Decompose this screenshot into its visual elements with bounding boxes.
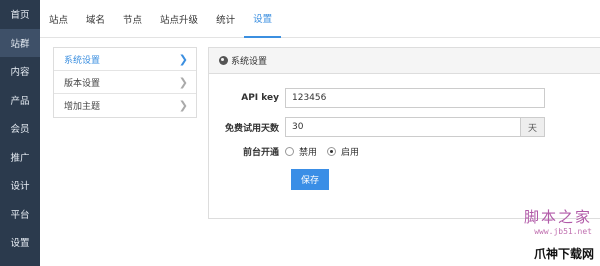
left-nav-item-promotion[interactable]: 推广 [0,143,40,172]
submenu-item-label: 增加主题 [64,102,101,112]
tab-sites[interactable]: 站点 [40,0,77,38]
frontend-open-row: 前台开通 禁用 启用 [209,145,369,158]
left-nav: 首页 站群 内容 产品 会员 推广 设计 平台 设置 [0,0,40,266]
radio-enable-label: 启用 [341,148,360,158]
submenu-item-version-settings[interactable]: 版本设置 ❯ [54,71,196,94]
chevron-right-icon: ❯ [178,52,188,66]
watermark-title: 脚本之家 [523,208,592,226]
tab-nodes[interactable]: 节点 [114,0,151,38]
tab-site-upgrade[interactable]: 站点升级 [151,0,207,38]
submenu-item-system-settings[interactable]: 系统设置 ❯ [54,48,196,71]
radio-disable[interactable]: 禁用 [285,145,317,158]
left-nav-item-content[interactable]: 内容 [0,57,40,86]
top-tabs: 站点 域名 节点 站点升级 统计 设置 [40,0,600,38]
trial-days-label: 免费试用天数 [224,123,279,134]
submenu-item-label: 版本设置 [64,78,101,89]
settings-submenu: 系统设置 ❯ 版本设置 ❯ 增加主题 ❯ [53,47,197,118]
left-nav-item-products[interactable]: 产品 [0,86,40,115]
left-nav-item-platform[interactable]: 平台 [0,200,40,229]
api-key-row: API key [209,88,545,108]
radio-enable-circle[interactable] [327,147,337,156]
tab-domains[interactable]: 域名 [77,0,114,38]
tab-statistics[interactable]: 统计 [207,0,244,38]
globe-icon [219,56,228,65]
top-bar: 站点 域名 节点 站点升级 统计 设置 [40,0,600,38]
panel-title: 系统设置 [231,57,268,67]
left-nav-item-design[interactable]: 设计 [0,171,40,200]
submenu-item-add-theme[interactable]: 增加主题 ❯ [54,94,196,117]
corner-watermark: 爪神下载网 [533,247,594,261]
trial-days-row: 免费试用天数 天 [209,117,545,137]
chevron-right-icon: ❯ [178,99,188,112]
left-nav-item-site-group[interactable]: 站群 [0,28,40,57]
tab-settings[interactable]: 设置 [244,0,282,38]
radio-disable-label: 禁用 [299,148,318,158]
left-nav-item-members[interactable]: 会员 [0,114,40,143]
watermark-url: www.jb51.net [534,227,592,236]
frontend-open-label: 前台开通 [242,148,279,158]
submenu-item-label: 系统设置 [64,55,101,66]
trial-days-input[interactable] [285,117,521,137]
trial-days-unit: 天 [521,117,545,137]
radio-disable-circle[interactable] [285,147,294,156]
radio-enable[interactable]: 启用 [327,145,359,158]
left-nav-item-home[interactable]: 首页 [0,0,40,29]
panel-header: 系统设置 [209,48,600,74]
watermark: 脚本之家 www.jb51.net [524,206,592,236]
left-nav-item-settings[interactable]: 设置 [0,228,40,257]
save-button[interactable]: 保存 [291,169,329,190]
api-key-input[interactable] [285,88,545,108]
api-key-label: API key [241,93,279,103]
chevron-right-icon: ❯ [178,75,188,89]
system-settings-panel: 系统设置 API key 免费试用天数 天 前台开通 禁用 启用 保存 [208,47,600,219]
